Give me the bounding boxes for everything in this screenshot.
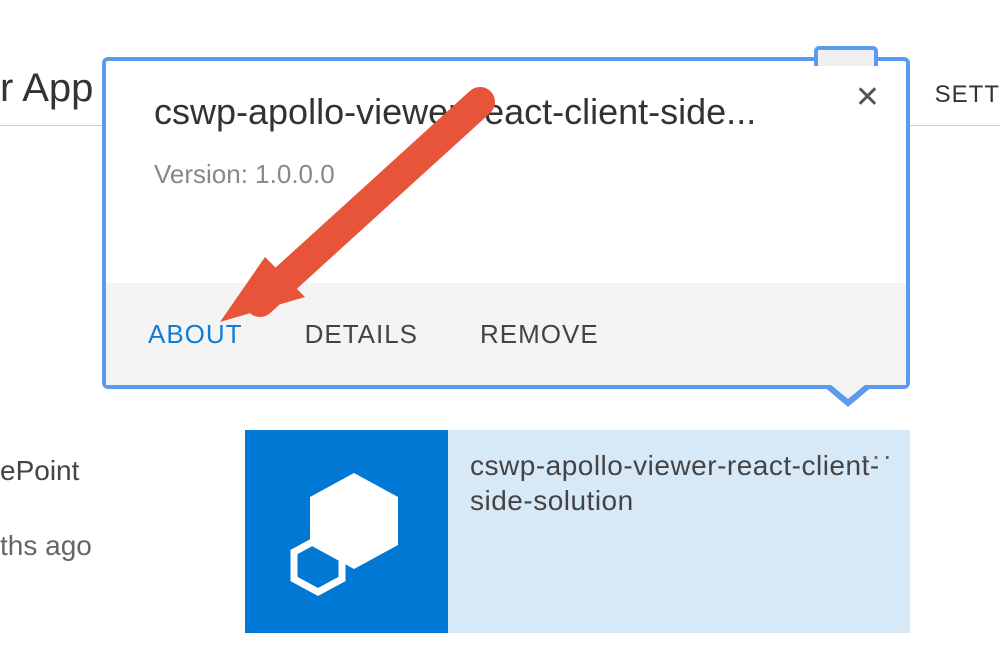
app-tile[interactable]: cswp-apollo-viewer-react-client-side-sol… [245,430,910,633]
callout-header: cswp-apollo-viewer-react-client-side... … [106,61,906,283]
about-button[interactable]: ABOUT [146,313,245,356]
callout-version: Version: 1.0.0.0 [154,159,830,190]
left-text-fragment-1: ePoint [0,455,79,487]
callout-title: cswp-apollo-viewer-react-client-side... [154,91,830,133]
callout-action-bar: ABOUT DETAILS REMOVE [106,283,906,385]
left-text-fragment-2: ths ago [0,530,92,562]
details-button[interactable]: DETAILS [303,313,420,356]
app-tile-title: cswp-apollo-viewer-react-client-side-sol… [470,448,888,518]
callout-beak-inner [830,384,866,399]
more-actions-button[interactable]: ··· [860,440,894,472]
app-tile-icon [245,430,448,633]
package-icon [282,467,412,597]
app-callout: cswp-apollo-viewer-react-client-side... … [102,57,910,389]
remove-button[interactable]: REMOVE [478,313,601,356]
close-icon[interactable]: ✕ [855,83,880,113]
page-title-fragment: r App [0,68,93,108]
settings-link-fragment[interactable]: SETT [935,81,1000,109]
app-tile-body: cswp-apollo-viewer-react-client-side-sol… [448,430,910,633]
